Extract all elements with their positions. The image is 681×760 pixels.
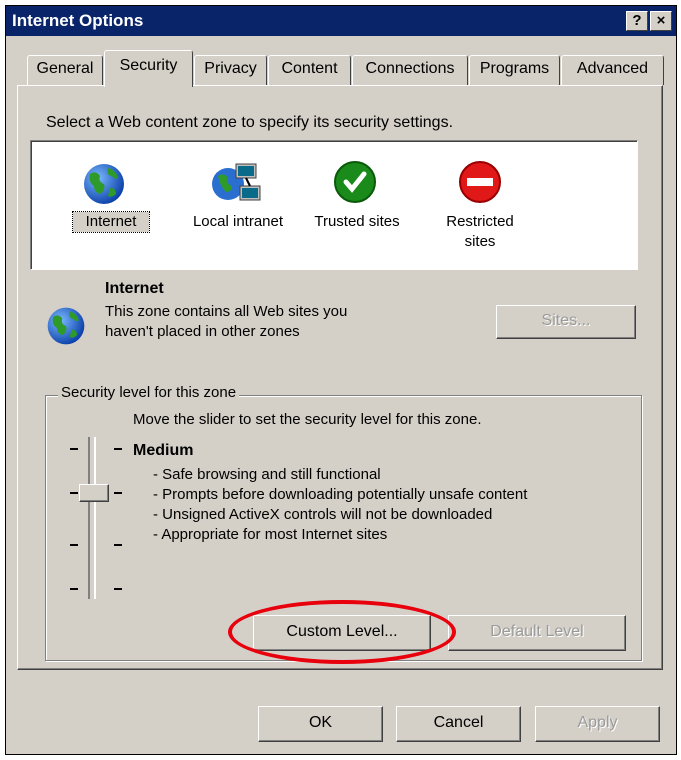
security-slider-track[interactable] xyxy=(88,437,96,599)
zone-trusted-sites-label[interactable]: Trusted sites xyxy=(307,212,407,232)
red-no-entry-icon xyxy=(459,161,501,203)
slider-tick xyxy=(70,448,78,450)
zone-internet[interactable] xyxy=(80,160,128,213)
cancel-button[interactable]: Cancel xyxy=(396,706,521,742)
title-bar[interactable]: Internet Options ? × xyxy=(6,6,676,36)
zone-local-intranet[interactable] xyxy=(210,160,262,213)
slider-tick xyxy=(114,448,122,450)
tab-connections[interactable]: Connections xyxy=(352,55,468,85)
zone-description-line1: This zone contains all Web sites you xyxy=(105,303,348,320)
security-level-legend: Security level for this zone xyxy=(58,384,240,401)
zone-trusted-sites[interactable] xyxy=(333,160,377,209)
zone-restricted-sites[interactable] xyxy=(458,160,502,209)
tab-content[interactable]: Content xyxy=(268,55,351,85)
zone-restricted-sites-label-line1[interactable]: Restricted xyxy=(430,212,530,232)
tab-programs[interactable]: Programs xyxy=(469,55,560,85)
tab-security[interactable]: Security xyxy=(104,50,193,87)
zone-local-intranet-label[interactable]: Local intranet xyxy=(178,212,298,232)
zone-instruction: Select a Web content zone to specify its… xyxy=(46,114,454,131)
slider-tick xyxy=(70,544,78,546)
level-detail-item: - Prompts before downloading potentially… xyxy=(153,486,528,503)
zone-restricted-sites-label-line2[interactable]: sites xyxy=(430,232,530,252)
slider-tick xyxy=(70,492,78,494)
slider-tick xyxy=(114,492,122,494)
default-level-button[interactable]: Default Level xyxy=(448,615,626,651)
level-detail-item: - Unsigned ActiveX controls will not be … xyxy=(153,506,493,523)
selected-zone-name: Internet xyxy=(105,280,164,297)
close-button[interactable]: × xyxy=(650,11,672,31)
tab-general[interactable]: General xyxy=(27,55,103,85)
tab-advanced[interactable]: Advanced xyxy=(561,55,664,85)
window-title: Internet Options xyxy=(12,11,144,30)
slider-tick xyxy=(114,544,122,546)
help-button[interactable]: ? xyxy=(626,11,648,31)
tab-privacy[interactable]: Privacy xyxy=(194,55,267,85)
level-detail-item: - Appropriate for most Internet sites xyxy=(153,526,388,543)
zone-description-line2: haven't placed in other zones xyxy=(105,323,300,340)
red-highlight-oval xyxy=(228,600,456,664)
slider-instruction: Move the slider to set the security leve… xyxy=(133,411,482,428)
globe-icon xyxy=(84,164,124,204)
zone-internet-label[interactable]: Internet xyxy=(72,211,150,233)
green-checkmark-icon xyxy=(334,161,376,203)
slider-tick xyxy=(114,588,122,590)
apply-button[interactable]: Apply xyxy=(535,706,660,742)
security-level-name: Medium xyxy=(133,442,194,459)
ok-button[interactable]: OK xyxy=(258,706,383,742)
level-detail-item: - Safe browsing and still functional xyxy=(153,466,381,483)
slider-tick xyxy=(70,588,78,590)
sites-button[interactable]: Sites... xyxy=(496,305,636,339)
globe-icon xyxy=(47,307,85,345)
network-computer-icon xyxy=(212,163,261,201)
security-slider-thumb[interactable] xyxy=(79,484,109,502)
